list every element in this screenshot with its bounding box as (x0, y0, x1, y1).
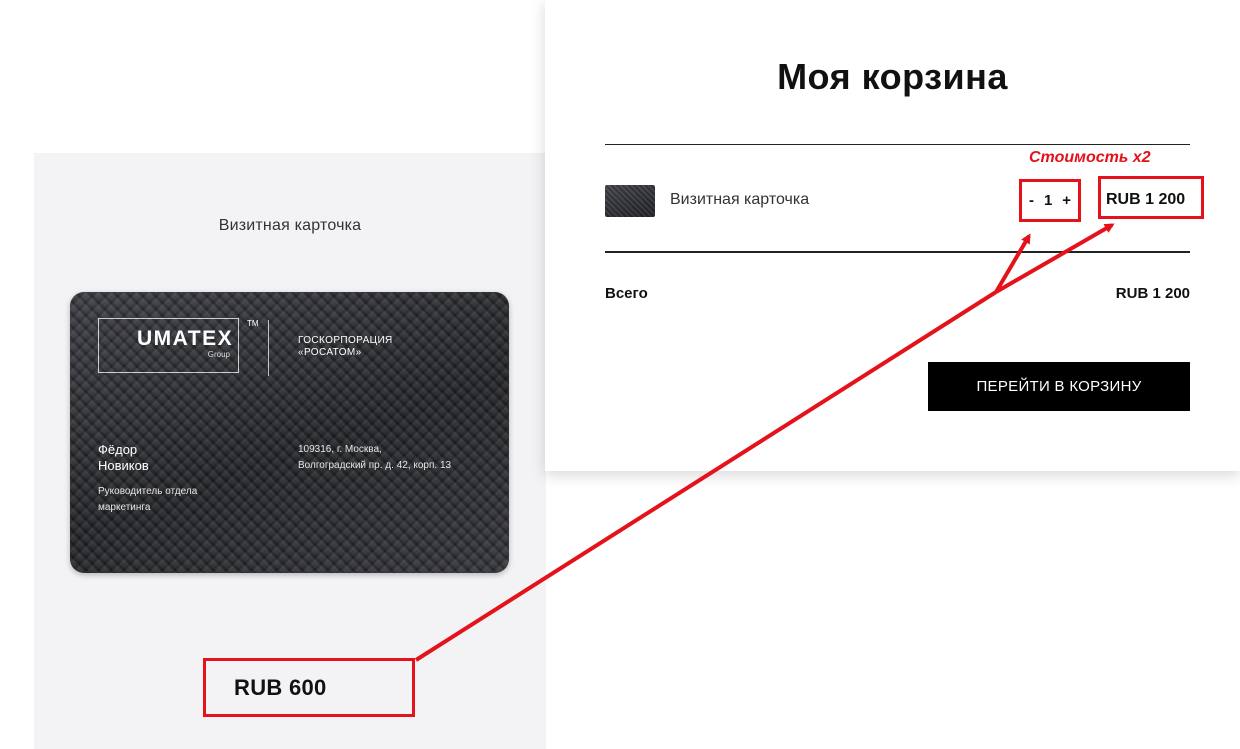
card-role-line1: Руководитель отдела (98, 486, 198, 497)
quantity-value: 1 (1043, 192, 1053, 209)
cart-item-price: RUB 1 200 (1106, 191, 1186, 208)
cart-item-name[interactable]: Визитная карточка (670, 191, 809, 209)
price-annotation: Стоимость х2 (1029, 149, 1151, 166)
card-role-line2: маркетинга (98, 502, 151, 513)
card-corp: ГОСКОРПОРАЦИЯ «РОСАТОМ» (298, 335, 393, 359)
cart-popup: Моя корзина Стоимость х2 Визитная карточ… (545, 0, 1240, 471)
quantity-stepper: - 1 + (1019, 179, 1081, 222)
product-panel: Визитная карточка UMATEX TM Group ГОСКОР… (34, 153, 546, 749)
cart-item-thumbnail[interactable] (605, 185, 655, 217)
card-addr-line2: Волгоградский пр. д. 42, корп. 13 (298, 460, 452, 471)
card-logo-tm: TM (247, 319, 259, 328)
cart-divider-top (605, 144, 1190, 145)
card-address: 109316, г. Москва, Волгоградский пр. д. … (298, 442, 451, 474)
go-to-cart-button[interactable]: ПЕРЕЙТИ В КОРЗИНУ (928, 362, 1190, 411)
line-price-highlight: RUB 1 200 (1098, 176, 1204, 219)
quantity-decrease-button[interactable]: - (1029, 192, 1034, 209)
cart-divider-bottom (605, 251, 1190, 253)
card-person-name: Фёдор Новиков (98, 442, 149, 474)
card-name-line2: Новиков (98, 458, 149, 473)
card-divider (268, 320, 269, 376)
product-image: UMATEX TM Group ГОСКОРПОРАЦИЯ «РОСАТОМ» … (70, 292, 509, 573)
quantity-increase-button[interactable]: + (1062, 192, 1071, 209)
card-logo-frame: UMATEX TM Group (98, 318, 259, 373)
product-title: Визитная карточка (218, 217, 362, 234)
card-addr-line1: 109316, г. Москва, (298, 444, 382, 455)
card-name-line1: Фёдор (98, 442, 138, 457)
card-logo-sub: Group (207, 350, 230, 359)
card-corp-line2: «РОСАТОМ» (298, 347, 362, 358)
cart-title: Моя корзина (777, 56, 1008, 97)
total-value: RUB 1 200 (1115, 285, 1190, 302)
card-logo: UMATEX (137, 327, 234, 350)
total-label: Всего (605, 285, 648, 302)
product-price: RUB 600 (234, 675, 327, 700)
product-price-highlight: RUB 600 (203, 658, 415, 717)
card-corp-line1: ГОСКОРПОРАЦИЯ (298, 335, 393, 346)
card-person-role: Руководитель отдела маркетинга (98, 484, 197, 516)
